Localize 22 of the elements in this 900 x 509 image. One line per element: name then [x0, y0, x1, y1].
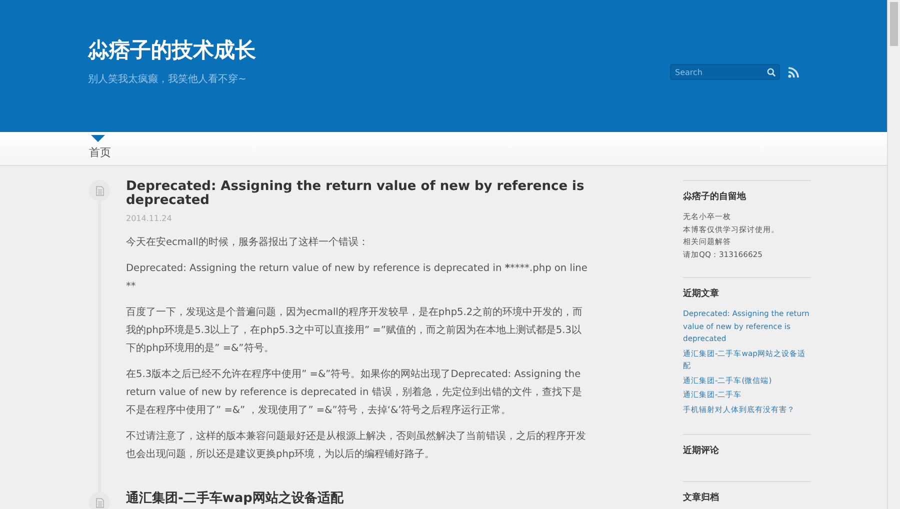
post-date: 2014.11.24 [126, 214, 173, 223]
search-field[interactable]: Search [670, 64, 780, 80]
post-paragraph: 在5.3版本之后已经不允许在程序中使用” =&”符号。如果你的网站出现了Deprecated: Assigning the return value of new by reference is deprecated in 错误，别着急，先定位到出错的文件，查找下是不是在程序中使用了” =&” ，发现使用了” =&”符号，去掉‘&’符号之后程序运行正常。 [126, 368, 583, 418]
widget-heading: 尛痞子的自留地 [683, 190, 747, 203]
post-title[interactable]: 通汇集团-二手车wap网站之设备适配 [126, 492, 591, 506]
post-paragraph: 不过请注意了，这样的版本兼容问题最好还是从根源上解决，否则虽然解决了当前错误，之后的程序开发也会出现问题，所以还是建议更换php环境，为以后的编程铺好路子。 [126, 430, 587, 462]
scrollbar[interactable] [887, 0, 900, 509]
site-tagline: 别人笑我太疯癫，我笑他人看不穿~ [88, 72, 248, 86]
post-paragraph: Deprecated: Assigning the return value of new by reference is deprecated in *****.php on line ** [126, 262, 588, 294]
search-icon[interactable] [767, 68, 776, 77]
document-icon [96, 186, 104, 196]
nav-link[interactable]: 首页 [89, 137, 111, 160]
widget-heading: 近期评论 [683, 444, 720, 457]
post-paragraph: 百度了一下，发现这是个普遍问题，因为ecmall的程序开发较早，是在php5.2之前的环境中开发的，而我的php环境是5.3以上了，在php5.3之中可以直接用” =”赋值的，而之前因为在本地上测试都是5.3以下的php环境用的是” =&”符号。 [126, 306, 584, 356]
post-title[interactable]: Deprecated: Assigning the return value of new by reference is deprecated [126, 180, 591, 208]
site-title[interactable]: 尛痞子的技术成长 [88, 36, 256, 64]
widget-heading: 近期文章 [683, 287, 720, 300]
scrollbar-thumb[interactable] [890, 2, 898, 46]
post-paragraph: 今天在安ecmall的时候，服务器报出了这样一个错误： [126, 236, 370, 250]
document-icon [96, 498, 104, 508]
rss-icon[interactable] [788, 66, 799, 78]
widget-heading: 文章归档 [683, 491, 720, 504]
